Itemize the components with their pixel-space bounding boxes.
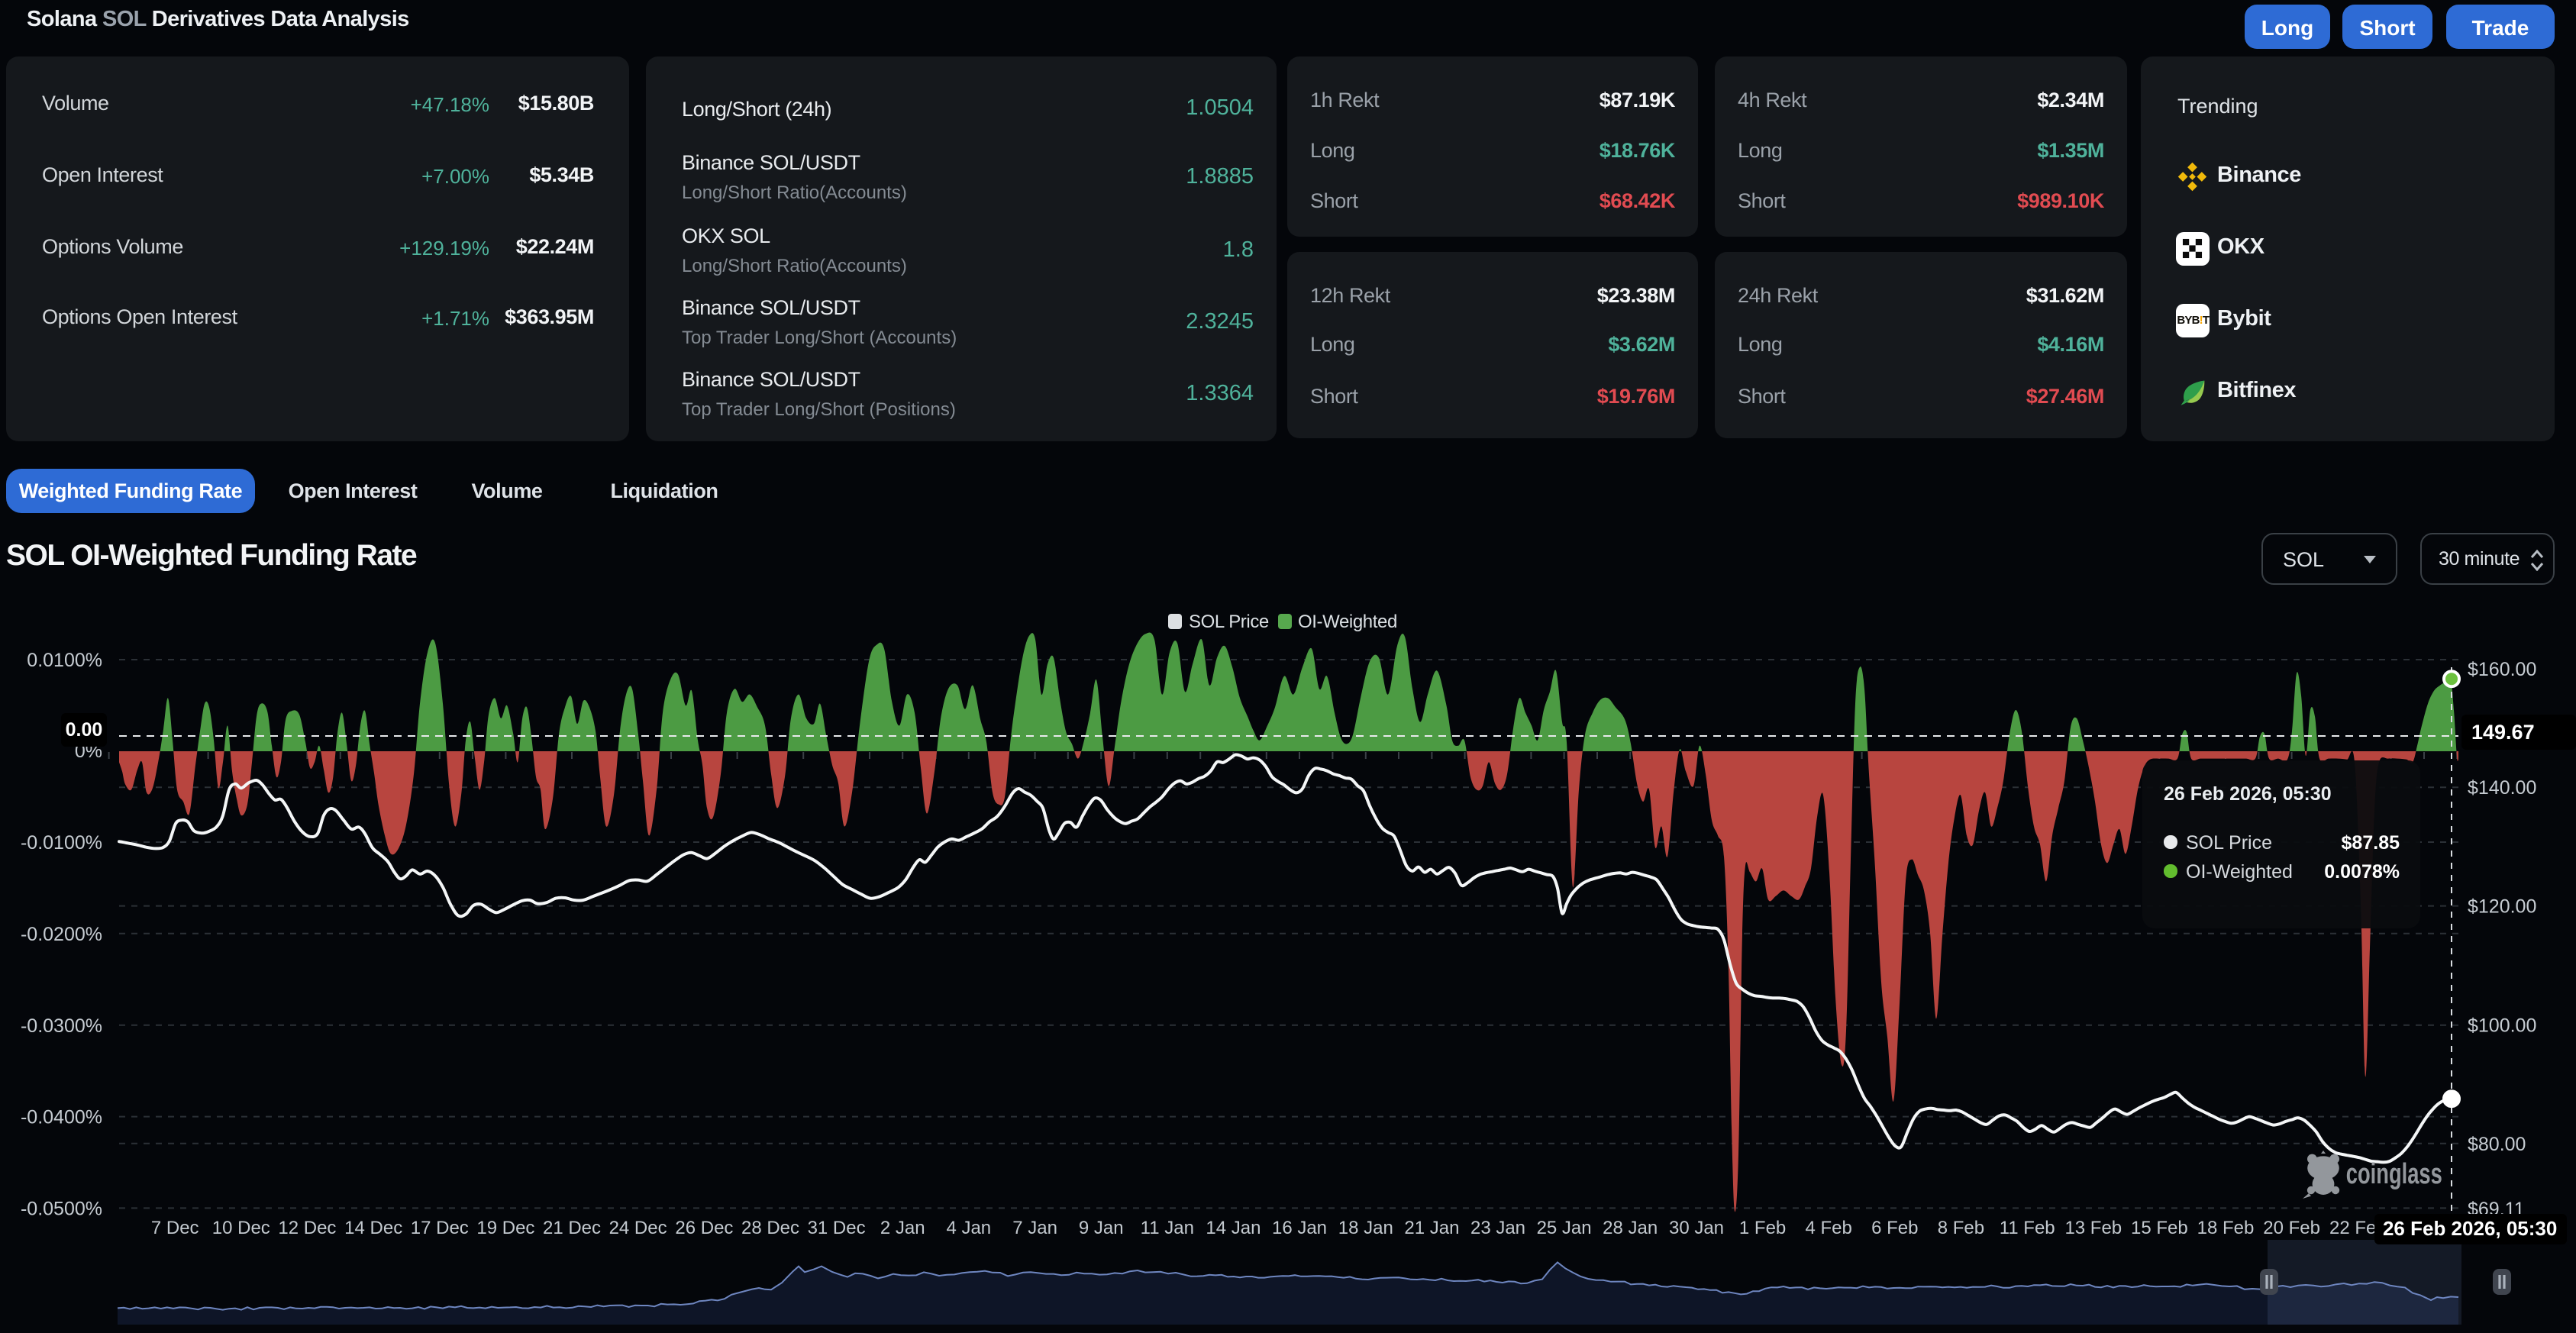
- svg-text:20 Feb: 20 Feb: [2263, 1218, 2320, 1238]
- svg-text:$160.00: $160.00: [2468, 659, 2536, 680]
- svg-text:8 Feb: 8 Feb: [1938, 1218, 1984, 1238]
- svg-text:28 Jan: 28 Jan: [1603, 1218, 1658, 1238]
- svg-text:14 Jan: 14 Jan: [1206, 1218, 1261, 1238]
- svg-text:9 Jan: 9 Jan: [1079, 1218, 1124, 1238]
- svg-text:4 Jan: 4 Jan: [946, 1218, 991, 1238]
- svg-text:-0.0300%: -0.0300%: [21, 1015, 102, 1037]
- svg-text:12 Dec: 12 Dec: [278, 1218, 336, 1238]
- svg-text:-0.0400%: -0.0400%: [21, 1107, 102, 1128]
- svg-text:$100.00: $100.00: [2468, 1015, 2536, 1036]
- svg-text:18 Jan: 18 Jan: [1338, 1218, 1393, 1238]
- svg-text:14 Dec: 14 Dec: [344, 1218, 402, 1238]
- svg-text:1 Feb: 1 Feb: [1739, 1218, 1786, 1238]
- svg-text:15 Feb: 15 Feb: [2131, 1218, 2188, 1238]
- svg-text:11 Jan: 11 Jan: [1141, 1218, 1194, 1238]
- svg-text:coinglass: coinglass: [2346, 1158, 2442, 1190]
- svg-text:$80.00: $80.00: [2468, 1134, 2526, 1155]
- svg-text:28 Dec: 28 Dec: [741, 1218, 799, 1238]
- svg-text:7 Jan: 7 Jan: [1012, 1218, 1057, 1238]
- svg-text:17 Dec: 17 Dec: [411, 1218, 469, 1238]
- svg-text:-0.0100%: -0.0100%: [21, 832, 102, 854]
- svg-text:10 Dec: 10 Dec: [212, 1218, 270, 1238]
- svg-text:$120.00: $120.00: [2468, 896, 2536, 918]
- svg-text:26 Dec: 26 Dec: [675, 1218, 733, 1238]
- svg-text:23 Jan: 23 Jan: [1470, 1218, 1525, 1238]
- svg-text:31 Dec: 31 Dec: [808, 1218, 866, 1238]
- svg-text:21 Dec: 21 Dec: [543, 1218, 601, 1238]
- svg-text:21 Jan: 21 Jan: [1404, 1218, 1459, 1238]
- svg-text:25 Jan: 25 Jan: [1537, 1218, 1592, 1238]
- svg-text:$140.00: $140.00: [2468, 777, 2536, 799]
- svg-text:2 Jan: 2 Jan: [880, 1218, 925, 1238]
- svg-text:16 Jan: 16 Jan: [1272, 1218, 1327, 1238]
- svg-text:18 Feb: 18 Feb: [2197, 1218, 2255, 1238]
- svg-text:7 Dec: 7 Dec: [151, 1218, 199, 1238]
- svg-text:13 Feb: 13 Feb: [2064, 1218, 2122, 1238]
- svg-text:-0.0500%: -0.0500%: [21, 1198, 102, 1219]
- svg-text:6 Feb: 6 Feb: [1871, 1218, 1918, 1238]
- svg-text:-0.0200%: -0.0200%: [21, 924, 102, 945]
- svg-text:11 Feb: 11 Feb: [2000, 1218, 2055, 1238]
- svg-text:0.0100%: 0.0100%: [27, 650, 102, 671]
- svg-text:30 Jan: 30 Jan: [1669, 1218, 1724, 1238]
- svg-text:24 Dec: 24 Dec: [609, 1218, 667, 1238]
- svg-text:4 Feb: 4 Feb: [1806, 1218, 1852, 1238]
- svg-text:19 Dec: 19 Dec: [476, 1218, 534, 1238]
